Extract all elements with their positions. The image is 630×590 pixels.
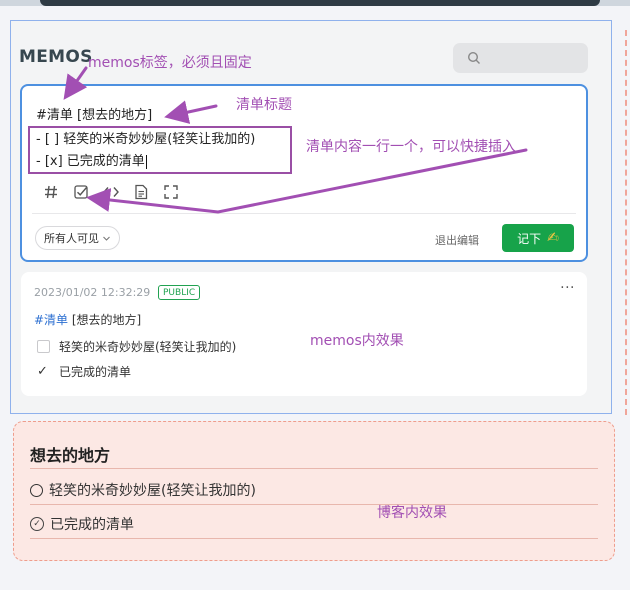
text-caret: [145, 154, 147, 169]
memo-tag-link[interactable]: #清单: [34, 313, 68, 327]
memo-timestamp: 2023/01/02 12:32:29: [34, 286, 151, 299]
visibility-select[interactable]: 所有人可见: [35, 226, 120, 250]
memo-task-label: 轻笑的米奇妙妙屋(轻笑让我加的): [59, 340, 237, 354]
memo-task-item[interactable]: ✓ 已完成的清单: [37, 363, 131, 380]
search-icon: [467, 51, 480, 64]
writing-hand-icon: ✍: [547, 230, 559, 246]
exit-edit-button[interactable]: 退出编辑: [435, 232, 479, 248]
unchecked-checkbox-icon[interactable]: [37, 340, 50, 353]
checkbox-icon[interactable]: [70, 182, 92, 202]
memo-list-title: #清单 [想去的地方]: [34, 311, 141, 328]
memo-task-label: 已完成的清单: [59, 365, 132, 379]
hash-icon[interactable]: [40, 182, 62, 202]
editor-toolbar: [40, 182, 182, 202]
empty-circle-icon: [30, 483, 43, 497]
memo-title-text: [想去的地方]: [68, 313, 142, 327]
memos-screenshot-frame: MEMOS #清单 [想去的地方] - [ ] 轻笑的米奇妙妙屋(轻笑让我加的)…: [10, 20, 612, 414]
code-icon[interactable]: [100, 182, 122, 202]
editor-line-item-2[interactable]: - [x] 已完成的清单: [36, 150, 147, 169]
memo-editor[interactable]: #清单 [想去的地方] - [ ] 轻笑的米奇妙妙屋(轻笑让我加的) - [x]…: [20, 84, 588, 262]
blog-divider: [30, 538, 598, 539]
blog-item-label: 已完成的清单: [50, 517, 134, 533]
document-icon[interactable]: [130, 182, 152, 202]
blog-list-title: 想去的地方: [30, 446, 111, 465]
annotation-content-note: 清单内容一行一个，可以快捷插入: [306, 139, 516, 155]
editor-line-item-2-text: - [x] 已完成的清单: [36, 154, 145, 169]
editor-line-item-1[interactable]: - [ ] 轻笑的米奇妙妙屋(轻笑让我加的): [36, 128, 255, 147]
annotation-memos-effect: memos内效果: [310, 333, 404, 349]
blog-item-label: 轻笑的米奇妙妙屋(轻笑让我加的): [49, 483, 256, 499]
annotation-tag-note: memos标签，必须且固定: [88, 55, 252, 71]
check-circle-icon: ✓: [30, 517, 44, 531]
more-options-button[interactable]: ···: [560, 280, 575, 296]
memo-task-item[interactable]: 轻笑的米奇妙妙屋(轻笑让我加的): [37, 338, 236, 355]
top-strip-dark: [40, 0, 600, 6]
blog-divider: [30, 468, 598, 469]
memo-card: 2023/01/02 12:32:29 PUBLIC ··· #清单 [想去的地…: [21, 272, 587, 396]
chevron-down-icon: [103, 236, 110, 241]
editor-line-title[interactable]: #清单 [想去的地方]: [36, 104, 152, 123]
fullscreen-icon[interactable]: [160, 182, 182, 202]
blog-preview-box: 想去的地方 轻笑的米奇妙妙屋(轻笑让我加的) ✓ 已完成的清单: [13, 421, 615, 561]
top-strip: [0, 0, 630, 6]
search-input[interactable]: [453, 43, 588, 73]
public-badge: PUBLIC: [158, 285, 201, 300]
annotation-title-note: 清单标题: [236, 97, 292, 113]
right-edge-dashes: [625, 30, 630, 415]
annotation-blog-effect: 博客内效果: [377, 505, 447, 521]
editor-divider: [32, 213, 576, 214]
blog-list-item: ✓ 已完成的清单: [30, 514, 134, 534]
blog-divider: [30, 504, 598, 505]
save-button[interactable]: 记下 ✍: [502, 224, 574, 252]
blog-list-item: 轻笑的米奇妙妙屋(轻笑让我加的): [30, 480, 256, 500]
visibility-label: 所有人可见: [44, 232, 99, 245]
checkmark-icon[interactable]: ✓: [37, 364, 50, 379]
save-label: 记下: [517, 231, 542, 246]
brand-logo-text: MEMOS: [19, 47, 93, 67]
